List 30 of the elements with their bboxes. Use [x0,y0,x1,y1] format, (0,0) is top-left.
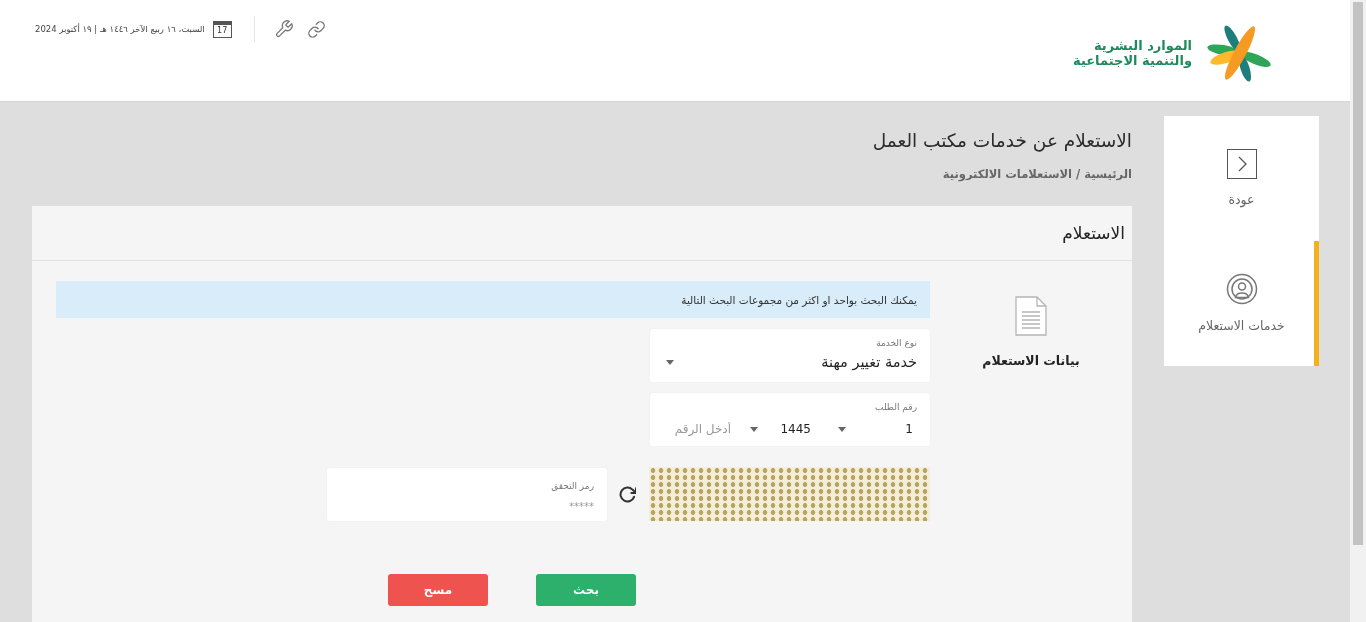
chevron-box-icon [1226,149,1257,179]
sidebar-item[interactable]: عودة [1164,116,1319,241]
caret-down-icon [666,359,674,365]
captcha-input[interactable]: ***** [340,499,594,514]
calendar-day: 17 [217,26,228,35]
scrollbar-thumb[interactable] [1353,2,1363,545]
caret-down-icon [750,426,758,432]
refresh-icon[interactable] [619,485,636,503]
field-label: رمز التحقق [551,479,594,492]
number-dropdown[interactable]: 1 [829,419,917,439]
logo-text: والتنمية الاجتماعية [1073,53,1192,68]
date-text: السبت، ١٦ ربيع الآخر ١٤٤٦ هـ | ١٩ أكتوبر 2024 [35,24,205,34]
field-label: رقم الطلب [875,401,917,413]
person-rings-icon [1225,273,1258,305]
page-title: الاستعلام عن خدمات مكتب العمل [872,129,1132,153]
info-text: يمكنك البحث بواحد او اكثر من مجموعات البحث التالية [681,293,917,306]
sidebar-item[interactable]: خدمات الاستعلام [1164,241,1319,366]
breadcrumb: الرئيسية / الاستعلامات الالكترونية [942,166,1132,183]
card-title: الاستعلام [1062,223,1125,243]
wrench-icon[interactable] [274,20,293,38]
section-label: بيانات الاستعلام [982,352,1080,370]
field-label: نوع الخدمة [876,337,917,349]
number-dropdown[interactable]: 1445 [741,419,829,439]
link-icon[interactable] [307,20,325,38]
caret-down-icon [838,426,846,432]
service-type-dropdown[interactable]: نوع الخدمة خدمة تغيير مهنة [650,329,930,382]
logo-text: الموارد البشرية [1093,38,1192,53]
clear-button[interactable]: مسح [388,574,488,606]
scrollbar[interactable] [1350,0,1366,622]
document-icon [1015,296,1047,336]
